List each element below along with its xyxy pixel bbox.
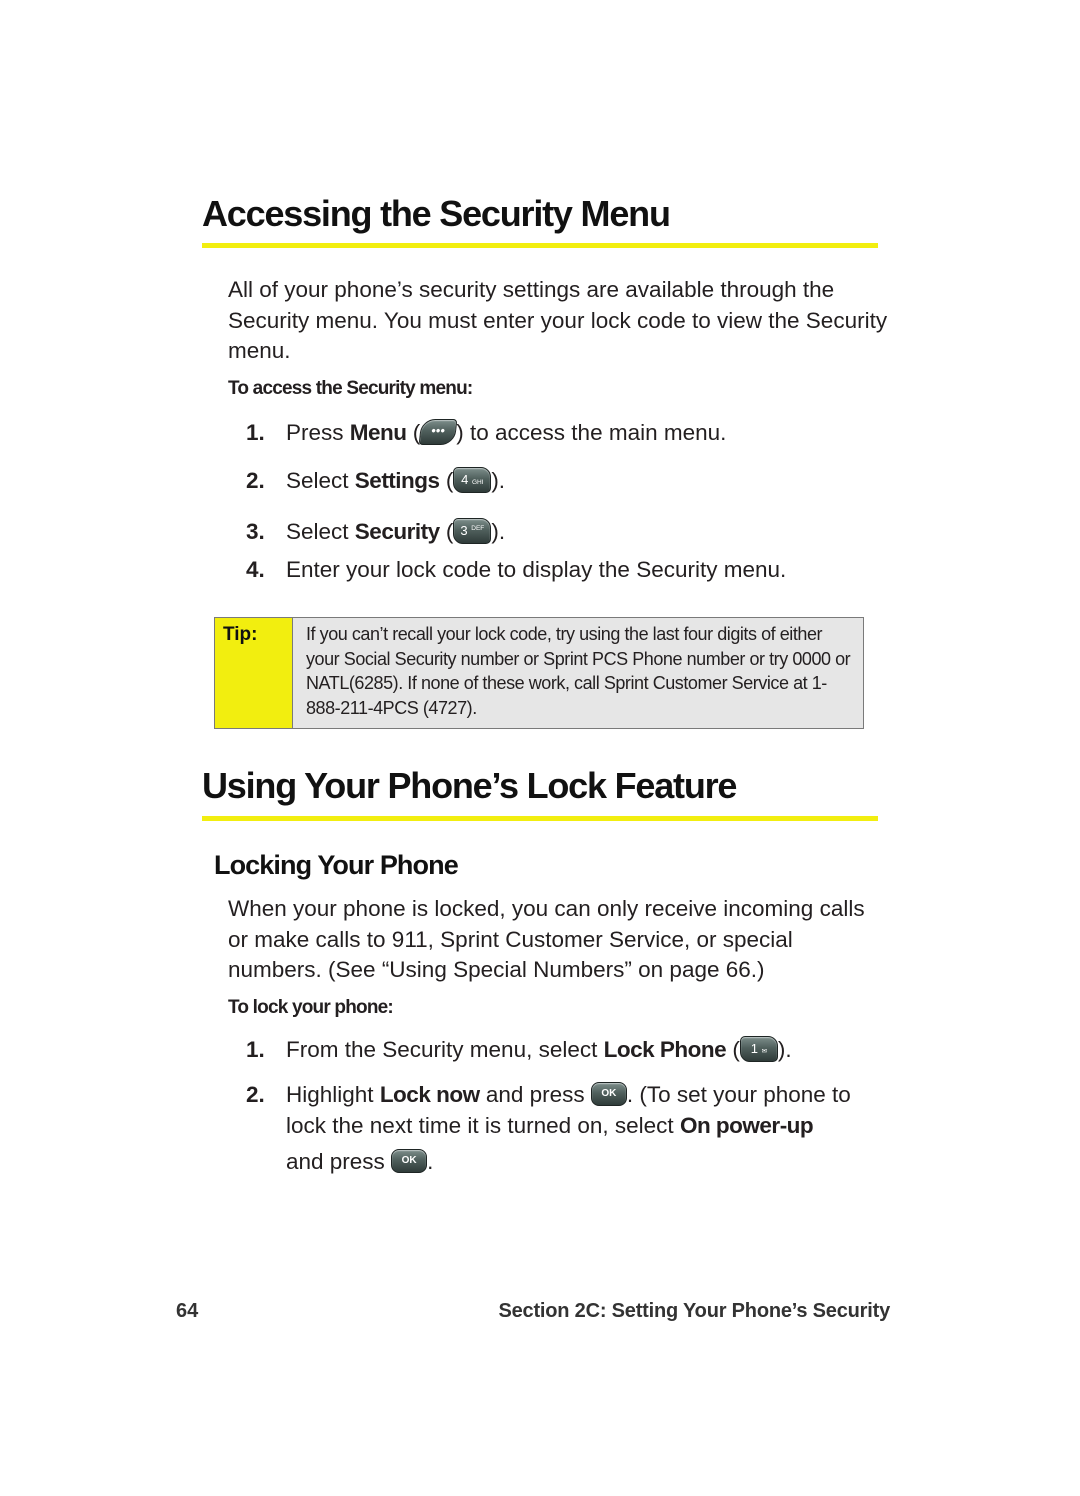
step-number: 4. bbox=[246, 557, 265, 582]
settings-term: Settings bbox=[354, 468, 440, 493]
paren-open: ( bbox=[439, 468, 454, 493]
heading-rule bbox=[202, 243, 878, 248]
step-text: . bbox=[427, 1149, 434, 1174]
step-text: ). bbox=[491, 519, 506, 544]
step-text: Highlight bbox=[286, 1082, 380, 1107]
step-text: Press bbox=[286, 420, 350, 445]
step-text: ). bbox=[777, 1037, 792, 1062]
footer-section-title: Section 2C: Setting Your Phone’s Securit… bbox=[498, 1300, 890, 1322]
step-text: and press bbox=[286, 1149, 392, 1174]
step-number: 2. bbox=[246, 468, 265, 493]
step-text: Select bbox=[286, 519, 355, 544]
tip-box: Tip: If you can’t recall your lock code,… bbox=[214, 617, 864, 729]
step-text: ) to access the main menu. bbox=[456, 420, 727, 445]
subsection-heading-locking-phone: Locking Your Phone bbox=[214, 850, 459, 880]
lock-now-term: Lock now bbox=[379, 1082, 480, 1107]
key-letters: DEF bbox=[471, 525, 485, 533]
security-term: Security bbox=[354, 519, 440, 544]
lock-step-2: 2. Highlight Lock now and press OK. (To … bbox=[246, 1080, 886, 1180]
step-1: 1. Press Menu (•••) to access the main m… bbox=[246, 418, 886, 450]
step-number: 1. bbox=[246, 1037, 265, 1062]
key-3-def-icon: 3 DEF bbox=[453, 518, 492, 545]
step-number: 1. bbox=[246, 420, 265, 445]
step-text: From the Security menu, select bbox=[286, 1037, 604, 1062]
procedure-subhead: To lock your phone: bbox=[228, 997, 394, 1018]
paren-open: ( bbox=[726, 1037, 740, 1062]
step-text: ). bbox=[491, 468, 506, 493]
procedure-subhead: To access the Security menu: bbox=[228, 378, 473, 399]
menu-term: Menu bbox=[349, 420, 407, 445]
intro-paragraph: All of your phone’s security settings ar… bbox=[228, 277, 888, 363]
envelope-icon: ✉ bbox=[761, 1048, 768, 1056]
tip-label-cell: Tip: bbox=[215, 618, 293, 728]
step-number: 3. bbox=[246, 519, 265, 544]
step-number: 2. bbox=[246, 1082, 265, 1107]
paren-open: ( bbox=[439, 519, 454, 544]
lock-step-1: 1. From the Security menu, select Lock P… bbox=[246, 1035, 886, 1067]
locking-intro-paragraph: When your phone is locked, you can only … bbox=[228, 896, 865, 982]
tip-text: If you can’t recall your lock code, try … bbox=[306, 624, 851, 718]
step-3: 3. Select Security (3 DEF). bbox=[246, 517, 886, 549]
key-letters: GHI bbox=[471, 479, 484, 487]
section-heading-lock-feature: Using Your Phone’s Lock Feature bbox=[202, 765, 737, 806]
ok-key-icon: OK bbox=[590, 1082, 627, 1107]
step-text: Enter your lock code to display the Secu… bbox=[286, 557, 787, 582]
page-number: 64 bbox=[176, 1300, 199, 1322]
step-text: Select bbox=[286, 468, 355, 493]
key-1-voicemail-icon: 1 ✉ bbox=[739, 1036, 778, 1063]
on-power-up-term: On power-up bbox=[679, 1113, 814, 1138]
step-text: lock the next time it is turned on, sele… bbox=[286, 1113, 680, 1138]
ok-key-icon: OK bbox=[391, 1149, 428, 1174]
lock-phone-term: Lock Phone bbox=[603, 1037, 727, 1062]
heading-rule bbox=[202, 816, 878, 821]
tip-label: Tip: bbox=[223, 624, 258, 645]
key-digit: 1 bbox=[750, 1041, 758, 1057]
step-text: . (To set your phone to bbox=[626, 1082, 851, 1107]
step-2: 2. Select Settings (4 GHI). bbox=[246, 466, 886, 498]
step-text: and press bbox=[479, 1082, 591, 1107]
step-4: 4. Enter your lock code to display the S… bbox=[246, 555, 886, 587]
key-4-ghi-icon: 4 GHI bbox=[453, 467, 492, 494]
section-heading-security-menu: Accessing the Security Menu bbox=[202, 193, 671, 234]
menu-key-icon: ••• bbox=[418, 419, 458, 446]
key-digit: 3 bbox=[460, 523, 468, 539]
key-digit: 4 bbox=[461, 472, 469, 488]
